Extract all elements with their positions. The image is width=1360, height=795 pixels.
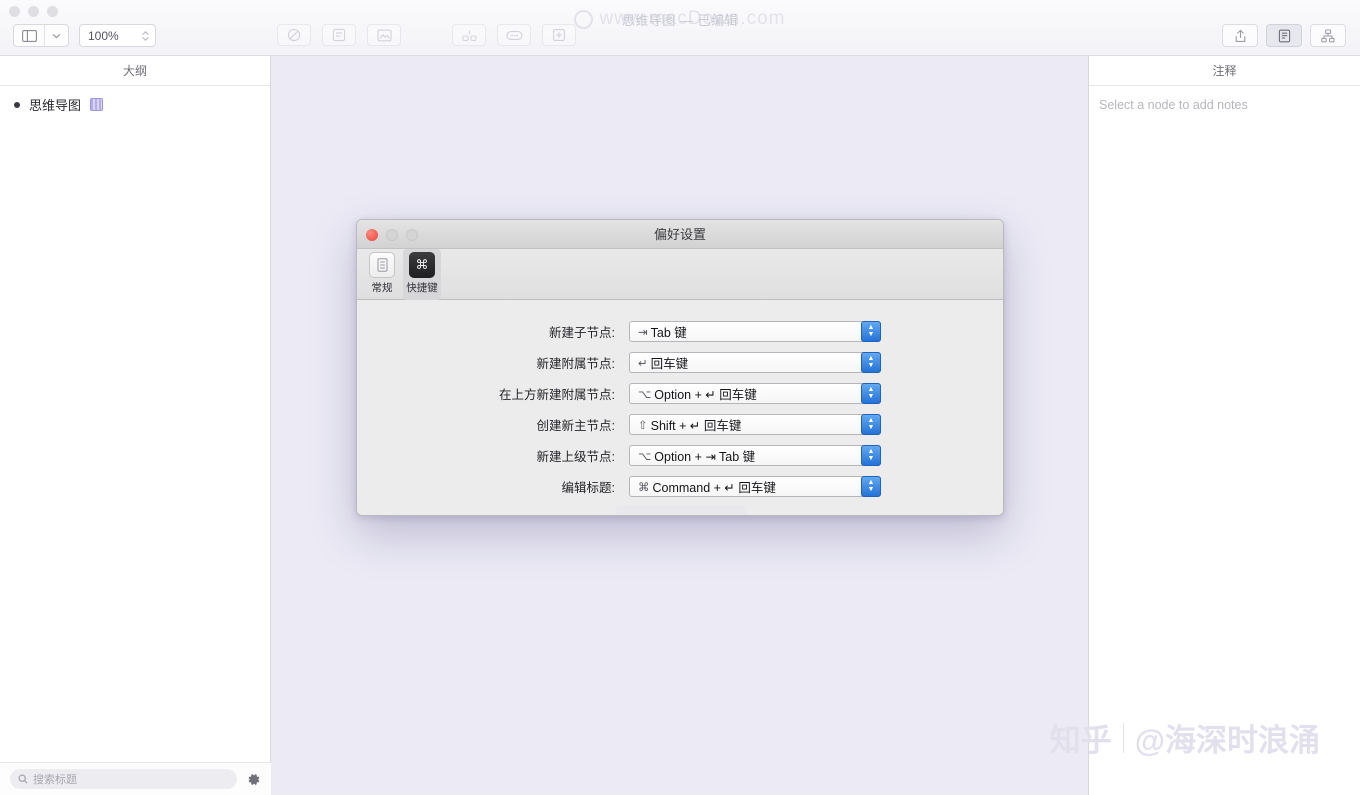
gear-icon[interactable]: [246, 772, 261, 787]
tab-shortcuts-label: 快捷键: [406, 282, 438, 294]
main-toolbar: www.macDown.com 思维导图 — 已编辑 100%: [0, 0, 1360, 56]
search-placeholder: 搜索标题: [33, 774, 77, 786]
shortcut-select[interactable]: ⇥ Tab 键 ▲ ▼: [629, 321, 881, 342]
shortcut-select[interactable]: ↵ 回车键 ▲ ▼: [629, 352, 881, 373]
shortcut-value: Option + ⇥ Tab 键: [654, 450, 756, 464]
general-icon: [369, 252, 395, 278]
tab-general[interactable]: 常规: [363, 249, 401, 295]
shortcut-label: 编辑标题:: [561, 481, 615, 495]
notes-panel-button[interactable]: [1266, 24, 1302, 47]
chevron-updown-icon[interactable]: ▲ ▼: [861, 476, 881, 497]
shortcut-row: 创建新主节点: ⇧ Shift + ↵ 回车键 ▲ ▼: [357, 414, 1003, 435]
shortcut-row: 新建上级节点: ⌥ Option + ⇥ Tab 键 ▲ ▼: [357, 445, 1003, 466]
watermark-user: @海深时浪涌: [1134, 723, 1320, 758]
preferences-title: 偏好设置: [653, 227, 706, 242]
shortcut-row: 新建附属节点: ↵ 回车键 ▲ ▼: [357, 352, 1003, 373]
preferences-minimize-button: [386, 229, 398, 241]
outline-header: 大纲: [0, 56, 270, 86]
notes-placeholder: Select a node to add notes: [1099, 98, 1248, 112]
shortcut-value: Tab 键: [650, 326, 687, 340]
shortcut-select[interactable]: ⌘ Command + ↵ 回车键 ▲ ▼: [629, 476, 881, 497]
key-symbol-icon: ⌥: [638, 450, 652, 463]
shortcut-value: Command + ↵ 回车键: [652, 481, 776, 495]
preferences-titlebar: 偏好设置: [357, 220, 1003, 249]
sidebar-toggle-group[interactable]: [13, 24, 69, 47]
shortcuts-form: 新建子节点: ⇥ Tab 键 ▲ ▼ 新建附属节点: ↵ 回车键 ▲ ▼ 在上方新建…: [357, 300, 1003, 515]
chevron-down-icon[interactable]: [44, 25, 68, 46]
relation-icon[interactable]: [497, 24, 531, 46]
zoom-stepper[interactable]: 100%: [79, 24, 156, 47]
dialog-shadow-accent: [616, 505, 746, 515]
notes-panel: 注释 Select a node to add notes: [1088, 56, 1360, 795]
key-symbol-icon: ⇧: [638, 419, 648, 432]
chevron-updown-icon[interactable]: ▲ ▼: [861, 321, 881, 342]
bullet-icon: [14, 101, 20, 108]
shortcut-row: 在上方新建附属节点: ⌥ Option + ↵ 回车键 ▲ ▼: [357, 383, 1003, 404]
search-icon: [18, 774, 28, 784]
sticker-icon[interactable]: [322, 24, 356, 46]
shortcut-value: Option + ↵ 回车键: [654, 388, 757, 402]
plus-box-icon[interactable]: [542, 24, 576, 46]
shortcut-select[interactable]: ⌥ Option + ⇥ Tab 键 ▲ ▼: [629, 445, 881, 466]
shortcut-label: 新建子节点:: [549, 326, 615, 340]
sidebar-icon[interactable]: [14, 25, 44, 46]
shortcut-label: 新建附属节点:: [536, 357, 615, 371]
watermark-divider: [1122, 722, 1124, 753]
sidebar-footer: 搜索标题: [0, 762, 271, 795]
shortcut-row: 编辑标题: ⌘ Command + ↵ 回车键 ▲ ▼: [357, 476, 1003, 497]
shortcut-value: Shift + ↵ 回车键: [650, 419, 742, 433]
preferences-close-button[interactable]: [366, 229, 378, 241]
toolbar-node-group: [452, 24, 576, 46]
outline-sidebar: 大纲 思维导图 搜索标题: [0, 56, 271, 795]
chevron-updown-icon[interactable]: ▲ ▼: [861, 414, 881, 435]
toolbar-right-group: [1222, 24, 1346, 47]
layout-icon[interactable]: [452, 24, 486, 46]
outline-item-label: 思维导图: [29, 98, 82, 113]
circle-slash-icon[interactable]: [277, 24, 311, 46]
app-window: www.macDown.com 思维导图 — 已编辑 100% 大纲 思维导图 …: [0, 0, 1360, 795]
preferences-dialog: 偏好设置 常规 ⌘ 快捷键 新建子节点: ⇥ Tab 键 ▲ ▼ 新建附属节点:…: [356, 219, 1004, 516]
outline-item-mindmap[interactable]: 思维导图: [0, 86, 270, 114]
shortcut-label: 新建上级节点:: [536, 450, 615, 464]
preferences-traffic-lights: [366, 229, 418, 241]
key-symbol-icon: ⌥: [638, 388, 652, 401]
key-symbol-icon: ↵: [638, 357, 648, 370]
chevron-updown-icon[interactable]: ▲ ▼: [861, 383, 881, 404]
watermark-brand: 知乎: [1049, 723, 1112, 758]
shortcut-select[interactable]: ⇧ Shift + ↵ 回车键 ▲ ▼: [629, 414, 881, 435]
preferences-zoom-button: [406, 229, 418, 241]
shortcut-value: 回车键: [650, 357, 689, 371]
key-symbol-icon: ⇥: [638, 326, 648, 339]
preferences-tabbar: 常规 ⌘ 快捷键: [357, 249, 1003, 300]
shortcut-label: 创建新主节点:: [536, 419, 615, 433]
node-badge-icon: [90, 98, 104, 111]
search-input[interactable]: 搜索标题: [10, 769, 237, 789]
toolbar-style-group: [277, 24, 401, 46]
stepper-icon[interactable]: [141, 30, 150, 42]
keyboard-shortcut-icon: ⌘: [409, 252, 435, 278]
shortcut-select[interactable]: ⌥ Option + ↵ 回车键 ▲ ▼: [629, 383, 881, 404]
chevron-updown-icon[interactable]: ▲ ▼: [861, 445, 881, 466]
image-icon[interactable]: [367, 24, 401, 46]
zoom-value: 100%: [88, 28, 119, 43]
watermark-bottom: 知乎 @海深时浪涌: [1050, 715, 1320, 760]
toolbar-left-group: 100%: [13, 24, 156, 47]
key-symbol-icon: ⌘: [638, 481, 650, 494]
tab-general-label: 常规: [371, 282, 393, 294]
window-title: 思维导图 — 已编辑: [621, 13, 739, 28]
shortcut-label: 在上方新建附属节点:: [499, 388, 615, 402]
shortcut-row: 新建子节点: ⇥ Tab 键 ▲ ▼: [357, 321, 1003, 342]
notes-header: 注释: [1089, 56, 1360, 86]
tab-shortcuts[interactable]: ⌘ 快捷键: [403, 249, 441, 300]
share-button[interactable]: [1222, 24, 1258, 47]
chevron-updown-icon[interactable]: ▲ ▼: [861, 352, 881, 373]
mindmap-view-button[interactable]: [1310, 24, 1346, 47]
